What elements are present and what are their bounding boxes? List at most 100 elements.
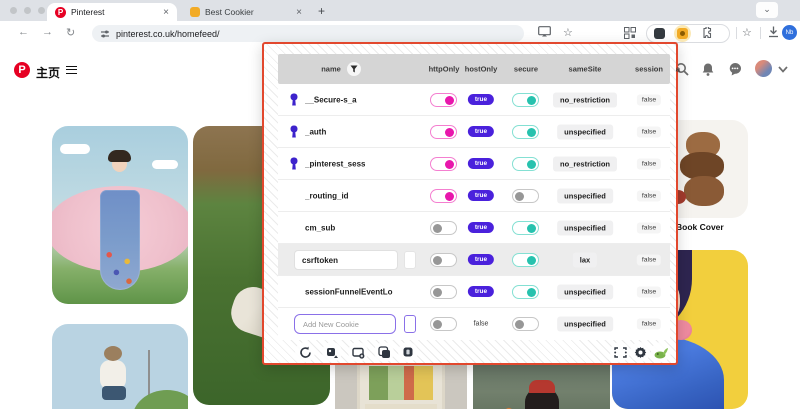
red-cap-shape [529,380,555,393]
new-tab-button[interactable]: + [318,4,325,18]
cookie-row[interactable]: _auth true unspecified false [278,116,670,148]
url-text: pinterest.co.uk/homefeed/ [116,29,220,39]
collage-stripes-shape [369,366,433,400]
export-cookies-button[interactable] [322,342,342,362]
httponly-toggle[interactable] [430,285,457,299]
value-input-stub[interactable] [404,315,416,333]
secure-toggle[interactable] [512,253,539,267]
cookie-row[interactable]: __Secure-s_a true no_restriction false [278,84,670,116]
httponly-toggle[interactable] [430,125,457,139]
window-minimize-button[interactable] [24,7,31,14]
address-bar[interactable]: pinterest.co.uk/homefeed/ [92,25,524,42]
session-value: false [637,94,661,105]
profile-avatar[interactable]: Nb [782,25,797,40]
secure-toggle[interactable] [512,285,539,299]
send-to-device-icon[interactable] [538,26,551,37]
cloud-shape [60,144,90,154]
settings-gear-icon[interactable] [630,342,650,362]
cookie-name-input[interactable]: csrftoken [294,250,398,270]
samesite-value[interactable]: unspecified [557,124,613,139]
side-panel-star-icon[interactable]: ☆ [742,26,752,39]
add-new-cookie-input[interactable]: Add New Cookie [294,314,396,334]
secure-toggle[interactable] [512,157,539,171]
httponly-toggle[interactable] [430,317,457,331]
notifications-bell-icon[interactable] [701,62,715,76]
cookie-row[interactable]: _pinterest_sess true no_restriction fals… [278,148,670,180]
secure-toggle[interactable] [512,317,539,331]
close-tab-icon[interactable]: × [296,7,302,18]
close-tab-icon[interactable]: × [163,7,169,18]
pin-card-crouching-girl-illustration[interactable] [52,324,188,409]
nav-home-link[interactable]: 主页 [36,64,60,81]
secure-toggle[interactable] [512,189,539,203]
samesite-value[interactable]: no_restriction [553,92,617,107]
secure-toggle[interactable] [512,221,539,235]
forward-button[interactable]: → [42,26,53,38]
expand-window-button[interactable] [610,342,630,362]
httponly-toggle[interactable] [430,189,457,203]
column-header-name: name [321,65,341,74]
pinterest-logo-icon[interactable]: P [14,62,30,78]
samesite-value[interactable]: unspecified [557,188,613,203]
httponly-toggle[interactable] [430,93,457,107]
httponly-toggle[interactable] [430,253,457,267]
dark-extension-icon[interactable] [654,28,665,39]
hostonly-true-badge: true [468,126,494,137]
window-close-button[interactable] [10,7,17,14]
site-settings-icon[interactable] [100,29,110,39]
samesite-value[interactable]: unspecified [557,317,613,332]
reload-button[interactable]: ↻ [66,26,75,39]
copy-all-cookies-button[interactable] [374,342,394,362]
profile-avatar[interactable] [755,60,772,77]
cookie-row[interactable]: sessionFunnelEventLo true unspecified fa… [278,276,670,308]
value-input-stub[interactable] [404,251,416,269]
hamburger-menu-icon[interactable] [66,66,77,74]
toggle-knob [527,256,536,265]
pin-caption[interactable]: Book Cover [676,222,724,232]
cookie-row[interactable]: cm_sub true unspecified false [278,212,670,244]
httponly-toggle[interactable] [430,157,457,171]
messages-icon[interactable] [728,62,742,76]
qr-extension-icon[interactable] [624,27,636,39]
httponly-toggle[interactable] [430,221,457,235]
refresh-cookies-button[interactable] [295,342,315,362]
bookmark-star-icon[interactable]: ☆ [563,26,573,39]
pin-card-flower-dress-illustration[interactable] [52,126,188,304]
export-icon [326,346,339,359]
samesite-value[interactable]: no_restriction [553,156,617,171]
green-creature-icon [654,346,669,359]
best-cookier-extension-icon[interactable] [677,28,688,39]
tab-pinterest[interactable]: P Pinterest × [47,3,177,21]
cookie-table-header: name httpOnly hostOnly secure sameSite s… [278,54,670,84]
window-maximize-button[interactable] [38,7,45,14]
toggle-knob [515,320,524,329]
import-cookies-button[interactable] [348,342,368,362]
extensions-puzzle-icon[interactable] [700,27,712,39]
samesite-value[interactable]: unspecified [557,220,613,235]
column-header-secure: secure [514,65,538,74]
samesite-value[interactable]: lax [573,252,597,267]
window-chevron-icon[interactable]: ⌄ [756,2,778,18]
extension-logo-icon[interactable] [651,342,671,362]
samesite-value[interactable]: unspecified [557,284,613,299]
toolbar-separator [760,27,761,39]
toggle-knob [527,160,536,169]
toggle-knob [433,288,442,297]
tab-title: Best Cookier [205,7,291,17]
tab-best-cookier[interactable]: Best Cookier × [182,3,310,21]
new-cookie-row[interactable]: Add New Cookie false unspecified false [278,308,670,340]
secure-toggle[interactable] [512,125,539,139]
cookie-row[interactable]: csrftoken true lax false [278,244,670,276]
chevron-down-icon[interactable] [778,66,788,73]
cookie-row[interactable]: _routing_id true unspecified false [278,180,670,212]
downloads-icon[interactable] [768,26,779,38]
figure-shorts-shape [102,386,126,400]
hostonly-value: false [474,321,489,328]
delete-all-cookies-button[interactable] [398,342,418,362]
filter-button[interactable] [347,62,361,76]
secure-toggle[interactable] [512,93,539,107]
back-button[interactable]: ← [18,26,29,38]
browser-menu-icon[interactable]: ⋮ [796,26,800,37]
toggle-knob [527,96,536,105]
hostonly-true-badge: true [468,190,494,201]
